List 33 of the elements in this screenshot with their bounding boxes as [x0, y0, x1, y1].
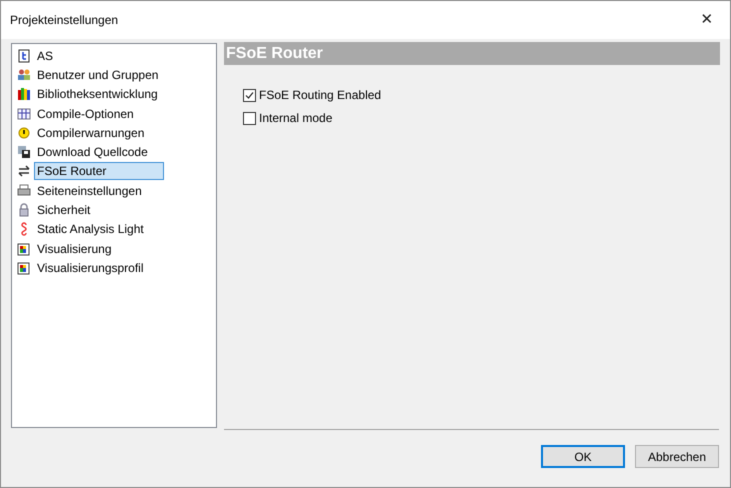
category-item[interactable]: Visualisierung	[34, 240, 114, 258]
dialog-button[interactable]: Abbrechen	[635, 445, 719, 468]
document-icon	[17, 48, 31, 63]
screen-icon	[17, 242, 31, 256]
section-header: FSoE Router	[224, 42, 720, 65]
category-item[interactable]: AS	[34, 46, 56, 65]
category-item[interactable]: Visualisierungsprofil	[34, 258, 146, 277]
window-title: Projekteinstellungen	[10, 12, 118, 29]
close-button[interactable]: ✕	[684, 1, 730, 39]
lock-icon	[17, 203, 31, 218]
category-item[interactable]: Bibliotheksentwicklung	[34, 85, 161, 104]
dialog-button[interactable]: OK	[541, 445, 625, 468]
checkmark-icon	[245, 90, 254, 100]
category-item[interactable]: Sicherheit	[34, 201, 94, 220]
screen-icon	[17, 260, 31, 275]
disk-icon	[17, 145, 31, 160]
books-icon	[17, 87, 31, 102]
category-item[interactable]: Benutzer und Gruppen	[34, 66, 162, 84]
checkbox-label: FSoE Routing Enabled	[259, 87, 382, 103]
checkbox[interactable]	[243, 112, 256, 124]
users-icon	[17, 68, 31, 82]
category-item[interactable]: Compile-Optionen	[34, 104, 137, 123]
printer-icon	[17, 184, 31, 198]
category-item[interactable]: Compilerwarnungen	[34, 124, 148, 142]
checkbox-label: Internal mode	[259, 110, 332, 126]
checkbox[interactable]	[243, 88, 256, 102]
category-item[interactable]: Static Analysis Light	[34, 220, 147, 238]
warning-icon	[17, 126, 31, 140]
grid-icon	[17, 106, 31, 121]
category-item[interactable]: FSoE Router	[34, 162, 164, 180]
category-item[interactable]: Seiteneinstellungen	[34, 182, 145, 200]
arrows-icon	[17, 164, 31, 178]
category-item[interactable]: Download Quellcode	[34, 143, 151, 162]
